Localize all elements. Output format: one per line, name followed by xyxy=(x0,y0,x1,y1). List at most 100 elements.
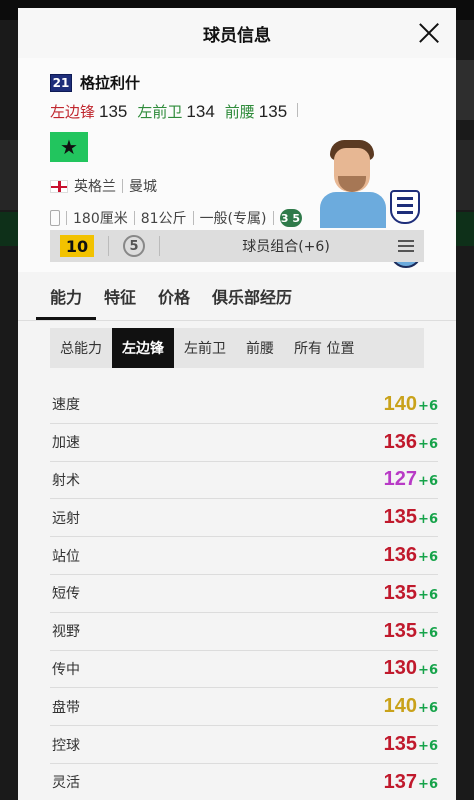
stat-value: 136 +6 xyxy=(384,431,438,454)
stat-name: 控球 xyxy=(52,737,80,754)
stat-row: 站位 136 +6 xyxy=(50,537,438,575)
team-chemistry-bar[interactable]: 10 5 球员组合(+6) xyxy=(50,230,424,262)
stat-name: 射术 xyxy=(52,472,80,489)
divider xyxy=(108,236,109,256)
divider xyxy=(272,211,274,225)
stat-name: 灵活 xyxy=(52,775,80,792)
player-name: 格拉利什 xyxy=(80,74,141,92)
divider xyxy=(18,320,456,321)
england-flag-icon xyxy=(50,179,68,193)
season-badge: 21 xyxy=(50,73,72,92)
close-icon[interactable] xyxy=(416,20,442,46)
stat-number: 135 xyxy=(383,506,418,529)
england-crest-icon xyxy=(390,190,420,224)
stat-value: 130 +6 xyxy=(384,657,438,680)
subtab-cam[interactable]: 前腰 xyxy=(236,328,284,368)
tab-ability[interactable]: 能力 xyxy=(35,272,97,320)
stat-value: 127 +6 xyxy=(384,468,438,491)
stat-value: 136 +6 xyxy=(384,544,438,567)
stat-number: 140 xyxy=(383,392,418,415)
position-label-cam: 前腰 xyxy=(224,103,255,121)
modal-title: 球员信息 xyxy=(203,25,271,46)
stat-name: 盘带 xyxy=(52,699,80,716)
shirt-icon xyxy=(50,210,60,226)
stat-bonus: +6 xyxy=(418,398,438,414)
stat-name: 加速 xyxy=(52,435,80,452)
nation-label: 英格兰 xyxy=(74,179,116,195)
stat-row: 灵活 137 +6 xyxy=(50,764,438,800)
stat-bonus: +6 xyxy=(418,474,438,490)
stat-number: 136 xyxy=(383,544,418,567)
stat-number: 137 xyxy=(383,770,418,793)
stat-row: 远射 135 +6 xyxy=(50,499,438,538)
subtab-overall[interactable]: 总能力 xyxy=(50,328,112,368)
player-name-row: 21 格拉利什 xyxy=(50,72,424,93)
stat-row: 盘带 140 +6 xyxy=(50,688,438,727)
stat-bonus: +6 xyxy=(418,776,438,792)
position-ratings: 左边锋 135 左前卫 134 前腰 135 xyxy=(50,101,424,122)
stat-value: 135 +6 xyxy=(384,620,438,643)
stat-name: 短传 xyxy=(52,586,80,603)
stat-value: 140 +6 xyxy=(384,695,438,718)
foot-badge: 3 5 xyxy=(279,209,302,227)
star-icon[interactable]: ★ xyxy=(50,132,88,162)
stat-row: 控球 135 +6 xyxy=(50,726,438,764)
stat-row: 射术 127 +6 xyxy=(50,462,438,500)
stat-name: 传中 xyxy=(52,661,80,678)
position-label-lw: 左边锋 xyxy=(50,103,96,121)
body-type-value: 一般(专属) xyxy=(199,211,267,227)
stat-name: 视野 xyxy=(52,624,80,641)
height-value: 180厘米 xyxy=(73,211,128,227)
stat-row: 速度 140 +6 xyxy=(50,386,438,424)
modal-header: 球员信息 xyxy=(18,8,456,58)
divider xyxy=(133,211,135,225)
subtab-lw[interactable]: 左边锋 xyxy=(112,328,174,368)
position-value-cam: 135 xyxy=(258,102,288,121)
divider xyxy=(159,236,160,256)
position-value-lw: 135 xyxy=(99,102,128,121)
stat-bonus: +6 xyxy=(418,550,438,566)
divider xyxy=(122,179,123,193)
enhance-grade-badge: 10 xyxy=(60,235,94,257)
stat-number: 136 xyxy=(383,430,418,453)
stat-row: 视野 135 +6 xyxy=(50,613,438,651)
stat-name: 站位 xyxy=(52,548,80,565)
weight-value: 81公斤 xyxy=(140,211,187,227)
info-tabs: 能力 特征 价格 俱乐部经历 xyxy=(18,272,456,320)
position-label-lm: 左前卫 xyxy=(137,103,183,121)
club-label: 曼城 xyxy=(129,179,157,195)
stat-name: 速度 xyxy=(52,397,80,414)
stat-row: 加速 136 +6 xyxy=(50,424,438,462)
position-subtabs: 总能力 左边锋 左前卫 前腰 所有 位置 xyxy=(50,328,424,368)
stat-row: 传中 130 +6 xyxy=(50,651,438,689)
divider xyxy=(297,103,299,117)
stat-number: 127 xyxy=(383,468,418,491)
position-value-lm: 134 xyxy=(186,102,215,121)
stat-list: 速度 140 +6 加速 136 +6 射术 127 +6 远射 135 +6 站位 136 +6 短传 135… xyxy=(50,386,438,800)
stat-bonus: +6 xyxy=(418,739,438,755)
subtab-all-positions[interactable]: 所有 位置 xyxy=(284,328,364,368)
stat-bonus: +6 xyxy=(418,512,438,528)
stat-bonus: +6 xyxy=(418,701,438,717)
stat-value: 135 +6 xyxy=(384,506,438,529)
stat-bonus: +6 xyxy=(418,587,438,603)
stat-number: 130 xyxy=(383,657,418,680)
chemistry-label: 球员组合(+6) xyxy=(242,239,330,255)
player-portrait xyxy=(320,136,386,228)
stat-number: 140 xyxy=(383,695,418,718)
subtab-lm[interactable]: 左前卫 xyxy=(174,328,236,368)
menu-icon[interactable] xyxy=(398,240,414,252)
stat-number: 135 xyxy=(383,619,418,642)
level-badge: 5 xyxy=(123,235,145,257)
player-info-modal: 球员信息 21 格拉利什 左边锋 135 左前卫 134 前腰 135 ★ 英格… xyxy=(18,8,456,800)
stat-value: 135 +6 xyxy=(384,733,438,756)
stat-value: 135 +6 xyxy=(384,582,438,605)
divider xyxy=(192,211,194,225)
tab-price[interactable]: 价格 xyxy=(158,272,190,320)
tab-club-history[interactable]: 俱乐部经历 xyxy=(212,272,292,320)
divider xyxy=(66,211,67,225)
stat-number: 135 xyxy=(383,581,418,604)
stat-bonus: +6 xyxy=(418,625,438,641)
tab-traits[interactable]: 特征 xyxy=(104,272,136,320)
stat-value: 140 +6 xyxy=(384,393,438,416)
